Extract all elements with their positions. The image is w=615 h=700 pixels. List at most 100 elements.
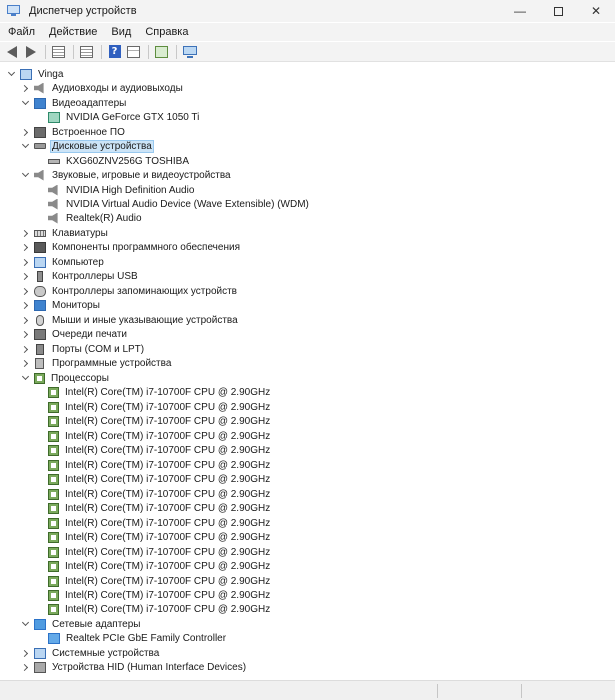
- device-sound[interactable]: NVIDIA Virtual Audio Device (Wave Extens…: [34, 197, 311, 211]
- device-cpu[interactable]: Intel(R) Core(TM) i7-10700F CPU @ 2.90GH…: [34, 530, 272, 544]
- properties-button[interactable]: [125, 44, 142, 60]
- device-cpu[interactable]: Intel(R) Core(TM) i7-10700F CPU @ 2.90GH…: [34, 501, 272, 515]
- chevron-down-icon[interactable]: [20, 618, 30, 629]
- chevron-right-icon[interactable]: [20, 300, 30, 310]
- help-button[interactable]: ?: [106, 44, 123, 60]
- category-software-components[interactable]: Компоненты программного обеспечения: [20, 240, 242, 254]
- category-sound-devices[interactable]: Звуковые, игровые и видеоустройства: [20, 168, 233, 182]
- system-devices-icon: [34, 647, 46, 659]
- category-hid[interactable]: Устройства HID (Human Interface Devices): [20, 660, 248, 674]
- category-print-queues[interactable]: Очереди печати: [20, 327, 129, 341]
- chevron-right-icon[interactable]: [20, 127, 30, 137]
- chevron-down-icon[interactable]: [20, 372, 30, 383]
- category-network-adapters[interactable]: Сетевые адаптеры: [20, 617, 142, 631]
- chevron-right-icon[interactable]: [20, 344, 30, 354]
- category-processors[interactable]: Процессоры: [20, 371, 111, 385]
- processor-icon: [48, 603, 59, 615]
- chevron-right-icon[interactable]: [20, 648, 30, 658]
- device-cpu[interactable]: Intel(R) Core(TM) i7-10700F CPU @ 2.90GH…: [34, 574, 272, 588]
- chevron-right-icon[interactable]: [20, 242, 30, 252]
- chevron-right-icon[interactable]: [20, 83, 30, 93]
- category-label: Программные устройства: [52, 357, 172, 369]
- chevron-down-icon[interactable]: [20, 140, 30, 151]
- device-label: Intel(R) Core(TM) i7-10700F CPU @ 2.90GH…: [65, 459, 271, 471]
- category-storage-controllers[interactable]: Контроллеры запоминающих устройств: [20, 284, 239, 298]
- device-label: Intel(R) Core(TM) i7-10700F CPU @ 2.90GH…: [65, 386, 271, 398]
- menu-action[interactable]: Действие: [42, 26, 104, 38]
- disk-icon: [48, 158, 60, 164]
- chevron-right-icon[interactable]: [20, 286, 30, 296]
- chevron-right-icon[interactable]: [20, 271, 30, 281]
- category-computer[interactable]: Компьютер: [20, 255, 106, 269]
- device-sound[interactable]: Realtek(R) Audio: [34, 211, 144, 225]
- device-cpu[interactable]: Intel(R) Core(TM) i7-10700F CPU @ 2.90GH…: [34, 458, 272, 472]
- category-label: Компьютер: [52, 256, 104, 268]
- category-usb[interactable]: Контроллеры USB: [20, 269, 140, 283]
- mouse-icon: [36, 314, 44, 326]
- scan-hardware-button[interactable]: [153, 44, 170, 60]
- menu-help[interactable]: Справка: [138, 26, 195, 38]
- category-disk-drives[interactable]: Дисковые устройства: [20, 139, 154, 153]
- view-button[interactable]: [50, 44, 67, 60]
- category-software-devices[interactable]: Программные устройства: [20, 356, 173, 370]
- device-disk[interactable]: KXG60ZNV256G TOSHIBA: [34, 154, 191, 168]
- device-cpu[interactable]: Intel(R) Core(TM) i7-10700F CPU @ 2.90GH…: [34, 472, 272, 486]
- device-cpu[interactable]: Intel(R) Core(TM) i7-10700F CPU @ 2.90GH…: [34, 429, 272, 443]
- category-monitors[interactable]: Мониторы: [20, 298, 102, 312]
- close-button[interactable]: ✕: [577, 0, 615, 22]
- device-cpu[interactable]: Intel(R) Core(TM) i7-10700F CPU @ 2.90GH…: [34, 545, 272, 559]
- network-adapter-icon: [48, 632, 60, 644]
- category-display-adapters[interactable]: Видеоадаптеры: [20, 96, 128, 110]
- monitor-button[interactable]: [181, 44, 198, 60]
- list-button[interactable]: [78, 44, 95, 60]
- category-audio-io[interactable]: Аудиовходы и аудиовыходы: [20, 81, 185, 95]
- printer-icon: [34, 328, 46, 340]
- category-mice[interactable]: Мыши и иные указывающие устройства: [20, 313, 240, 327]
- device-cpu[interactable]: Intel(R) Core(TM) i7-10700F CPU @ 2.90GH…: [34, 385, 272, 399]
- device-cpu[interactable]: Intel(R) Core(TM) i7-10700F CPU @ 2.90GH…: [34, 516, 272, 530]
- chevron-down-icon[interactable]: [6, 68, 16, 79]
- audio-icon: [34, 82, 44, 94]
- chevron-right-icon[interactable]: [20, 358, 30, 368]
- device-cpu[interactable]: Intel(R) Core(TM) i7-10700F CPU @ 2.90GH…: [34, 443, 272, 457]
- category-label: Сетевые адаптеры: [52, 618, 141, 630]
- chevron-down-icon[interactable]: [20, 169, 30, 180]
- category-system-devices[interactable]: Системные устройства: [20, 646, 161, 660]
- category-ports[interactable]: Порты (COM и LPT): [20, 342, 146, 356]
- menu-view[interactable]: Вид: [104, 26, 138, 38]
- menu-file[interactable]: Файл: [0, 26, 42, 38]
- device-cpu[interactable]: Intel(R) Core(TM) i7-10700F CPU @ 2.90GH…: [34, 414, 272, 428]
- window-title: Диспетчер устройств: [29, 5, 137, 17]
- chevron-right-icon[interactable]: [20, 329, 30, 339]
- device-sound[interactable]: NVIDIA High Definition Audio: [34, 183, 196, 197]
- back-button[interactable]: [3, 44, 20, 60]
- tree-root[interactable]: Vinga: [6, 67, 65, 81]
- device-cpu[interactable]: Intel(R) Core(TM) i7-10700F CPU @ 2.90GH…: [34, 602, 272, 616]
- chevron-right-icon[interactable]: [20, 662, 30, 672]
- category-keyboards[interactable]: Клавиатуры: [20, 226, 110, 240]
- category-label: Порты (COM и LPT): [52, 343, 145, 355]
- chevron-down-icon[interactable]: [20, 97, 30, 108]
- forward-button[interactable]: [22, 44, 39, 60]
- category-firmware[interactable]: Встроенное ПО: [20, 125, 127, 139]
- category-label: Контроллеры USB: [52, 270, 138, 282]
- properties-icon: [127, 45, 140, 58]
- device-gpu[interactable]: NVIDIA GeForce GTX 1050 Ti: [34, 110, 201, 124]
- chevron-right-icon[interactable]: [20, 228, 30, 238]
- device-label: Intel(R) Core(TM) i7-10700F CPU @ 2.90GH…: [65, 444, 271, 456]
- maximize-button[interactable]: [539, 0, 577, 22]
- device-cpu[interactable]: Intel(R) Core(TM) i7-10700F CPU @ 2.90GH…: [34, 559, 272, 573]
- chevron-right-icon[interactable]: [20, 315, 30, 325]
- device-cpu[interactable]: Intel(R) Core(TM) i7-10700F CPU @ 2.90GH…: [34, 588, 272, 602]
- device-cpu[interactable]: Intel(R) Core(TM) i7-10700F CPU @ 2.90GH…: [34, 487, 272, 501]
- device-nic[interactable]: Realtek PCIe GbE Family Controller: [34, 631, 228, 645]
- device-tree: Vinga Аудиовходы и аудиовыходы Видеоадап…: [0, 63, 615, 678]
- processor-icon: [48, 517, 59, 529]
- category-label: Компоненты программного обеспечения: [52, 241, 240, 253]
- toolbar-separator: [176, 44, 177, 59]
- device-label: Intel(R) Core(TM) i7-10700F CPU @ 2.90GH…: [65, 401, 271, 413]
- processor-icon: [48, 560, 59, 572]
- chevron-right-icon[interactable]: [20, 257, 30, 267]
- device-cpu[interactable]: Intel(R) Core(TM) i7-10700F CPU @ 2.90GH…: [34, 400, 272, 414]
- minimize-button[interactable]: —: [501, 0, 539, 22]
